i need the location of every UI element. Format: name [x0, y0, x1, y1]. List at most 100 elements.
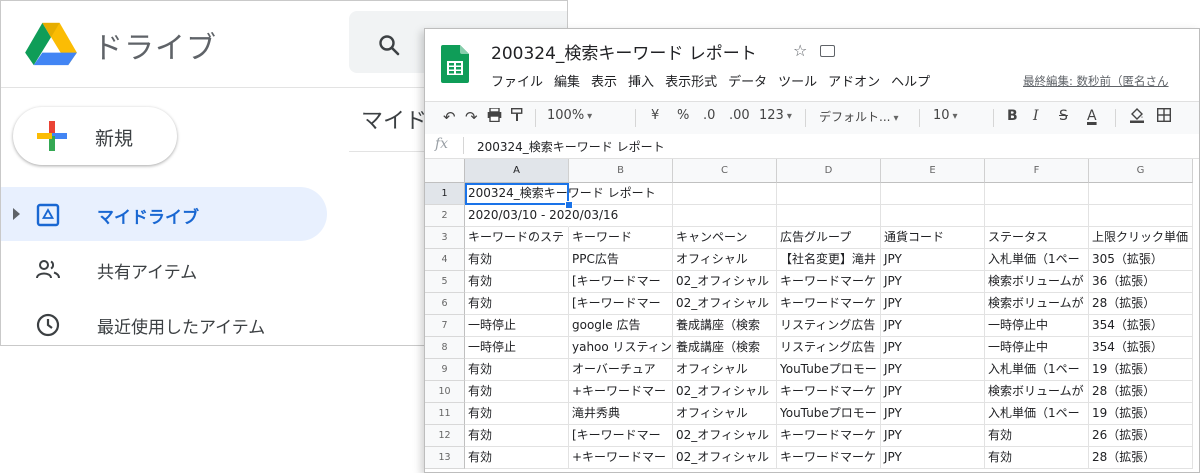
table-cell[interactable]: 02_オフィシャル: [673, 293, 777, 315]
fill-color-icon[interactable]: [1129, 108, 1145, 127]
table-cell[interactable]: 28（拡張）: [1089, 381, 1193, 403]
table-cell[interactable]: 36（拡張）: [1089, 271, 1193, 293]
column-header[interactable]: F: [985, 159, 1089, 183]
table-cell[interactable]: [881, 183, 985, 205]
undo-icon[interactable]: ↶: [443, 108, 456, 126]
formula-input[interactable]: 200324_検索キーワード レポート: [477, 138, 665, 155]
menu-item[interactable]: ヘルプ: [891, 71, 930, 90]
table-cell[interactable]: [1089, 183, 1193, 205]
table-cell[interactable]: 有効: [465, 249, 569, 271]
table-cell[interactable]: [キーワードマー: [569, 271, 673, 293]
row-header[interactable]: 11: [425, 403, 465, 425]
move-folder-icon[interactable]: [820, 45, 835, 57]
table-cell[interactable]: JPY: [881, 337, 985, 359]
redo-icon[interactable]: ↷: [465, 108, 478, 126]
table-cell[interactable]: [キーワードマー: [569, 425, 673, 447]
table-cell[interactable]: キーワードマーケ: [777, 381, 881, 403]
table-cell[interactable]: [777, 183, 881, 205]
table-cell[interactable]: 28（拡張）: [1089, 293, 1193, 315]
last-edit-link[interactable]: 最終編集: 数秒前（匿名さん: [1023, 73, 1169, 89]
table-cell[interactable]: JPY: [881, 425, 985, 447]
table-cell[interactable]: オフィシャル: [673, 359, 777, 381]
table-cell[interactable]: 02_オフィシャル: [673, 447, 777, 469]
table-cell[interactable]: yahoo リスティン: [569, 337, 673, 359]
row-header[interactable]: 8: [425, 337, 465, 359]
sidebar-item-my-drive[interactable]: マイドライブ: [1, 187, 327, 241]
table-cell[interactable]: 26（拡張）: [1089, 425, 1193, 447]
table-cell[interactable]: 有効: [985, 447, 1089, 469]
table-cell[interactable]: オーバーチュア: [569, 359, 673, 381]
table-cell[interactable]: キーワードマーケ: [777, 447, 881, 469]
table-cell[interactable]: 有効: [465, 271, 569, 293]
italic-button[interactable]: I: [1033, 108, 1039, 124]
table-cell[interactable]: 広告グループ: [777, 227, 881, 249]
table-cell[interactable]: [キーワードマー: [569, 293, 673, 315]
new-button[interactable]: 新規: [13, 107, 177, 165]
table-cell[interactable]: 養成講座（検索: [673, 315, 777, 337]
menu-item[interactable]: 挿入: [628, 71, 654, 90]
table-cell[interactable]: JPY: [881, 447, 985, 469]
column-header[interactable]: D: [777, 159, 881, 183]
row-header[interactable]: 4: [425, 249, 465, 271]
row-header[interactable]: 12: [425, 425, 465, 447]
table-cell[interactable]: 有効: [465, 425, 569, 447]
row-header[interactable]: 3: [425, 227, 465, 249]
table-cell[interactable]: [673, 205, 777, 227]
table-cell[interactable]: 一時停止中: [985, 315, 1089, 337]
table-cell[interactable]: オフィシャル: [673, 249, 777, 271]
table-cell[interactable]: [1089, 205, 1193, 227]
table-cell[interactable]: 有効: [465, 293, 569, 315]
table-cell[interactable]: 一時停止: [465, 315, 569, 337]
table-cell[interactable]: JPY: [881, 359, 985, 381]
paint-format-icon[interactable]: [510, 107, 523, 126]
table-cell[interactable]: [985, 205, 1089, 227]
font-size-select[interactable]: 10: [933, 108, 989, 123]
table-cell[interactable]: JPY: [881, 403, 985, 425]
bold-button[interactable]: B: [1007, 108, 1018, 124]
table-cell[interactable]: 一時停止中: [985, 337, 1089, 359]
table-cell[interactable]: 養成講座（検索: [673, 337, 777, 359]
row-header[interactable]: 7: [425, 315, 465, 337]
table-cell[interactable]: リスティング広告: [777, 315, 881, 337]
table-cell[interactable]: [777, 205, 881, 227]
search-icon[interactable]: [377, 33, 401, 57]
table-cell[interactable]: +キーワードマー: [569, 447, 673, 469]
table-cell[interactable]: キャンペーン: [673, 227, 777, 249]
table-cell[interactable]: 入札単価（1ペー: [985, 403, 1089, 425]
google-sheets-logo-icon[interactable]: [441, 45, 469, 83]
table-cell[interactable]: YouTubeプロモー: [777, 403, 881, 425]
table-cell[interactable]: PPC広告: [569, 249, 673, 271]
table-cell[interactable]: 検索ボリュームが: [985, 381, 1089, 403]
table-cell[interactable]: ステータス: [985, 227, 1089, 249]
star-icon[interactable]: ☆: [793, 41, 807, 60]
table-cell[interactable]: YouTubeプロモー: [777, 359, 881, 381]
table-cell[interactable]: 19（拡張）: [1089, 359, 1193, 381]
table-cell[interactable]: [881, 205, 985, 227]
currency-format-button[interactable]: ¥: [651, 108, 659, 123]
row-header[interactable]: 9: [425, 359, 465, 381]
table-cell[interactable]: 滝井秀典: [569, 403, 673, 425]
text-color-button[interactable]: A: [1087, 108, 1097, 124]
table-cell[interactable]: 305（拡張）: [1089, 249, 1193, 271]
table-cell[interactable]: 有効: [465, 381, 569, 403]
column-header[interactable]: B: [569, 159, 673, 183]
table-cell[interactable]: リスティング広告: [777, 337, 881, 359]
decrease-decimal-button[interactable]: .0: [703, 108, 715, 123]
column-header[interactable]: G: [1089, 159, 1193, 183]
table-cell[interactable]: [673, 183, 777, 205]
borders-icon[interactable]: [1156, 107, 1172, 126]
menu-item[interactable]: 表示形式: [665, 71, 717, 90]
strikethrough-button[interactable]: S: [1059, 108, 1068, 124]
font-family-select[interactable]: デフォルト...: [819, 108, 898, 125]
table-cell[interactable]: 有効: [465, 403, 569, 425]
table-cell[interactable]: [985, 183, 1089, 205]
google-drive-logo-icon[interactable]: [23, 21, 79, 67]
table-cell[interactable]: 02_オフィシャル: [673, 425, 777, 447]
row-header[interactable]: 6: [425, 293, 465, 315]
sidebar-item-recent[interactable]: 最近使用したアイテム: [1, 297, 327, 345]
document-title[interactable]: 200324_検索キーワード レポート: [491, 39, 757, 64]
table-cell[interactable]: 200324_検索キーワード レポート: [465, 183, 656, 205]
more-formats-select[interactable]: 123: [759, 108, 792, 123]
expand-caret-icon[interactable]: [13, 208, 20, 220]
column-header[interactable]: C: [673, 159, 777, 183]
